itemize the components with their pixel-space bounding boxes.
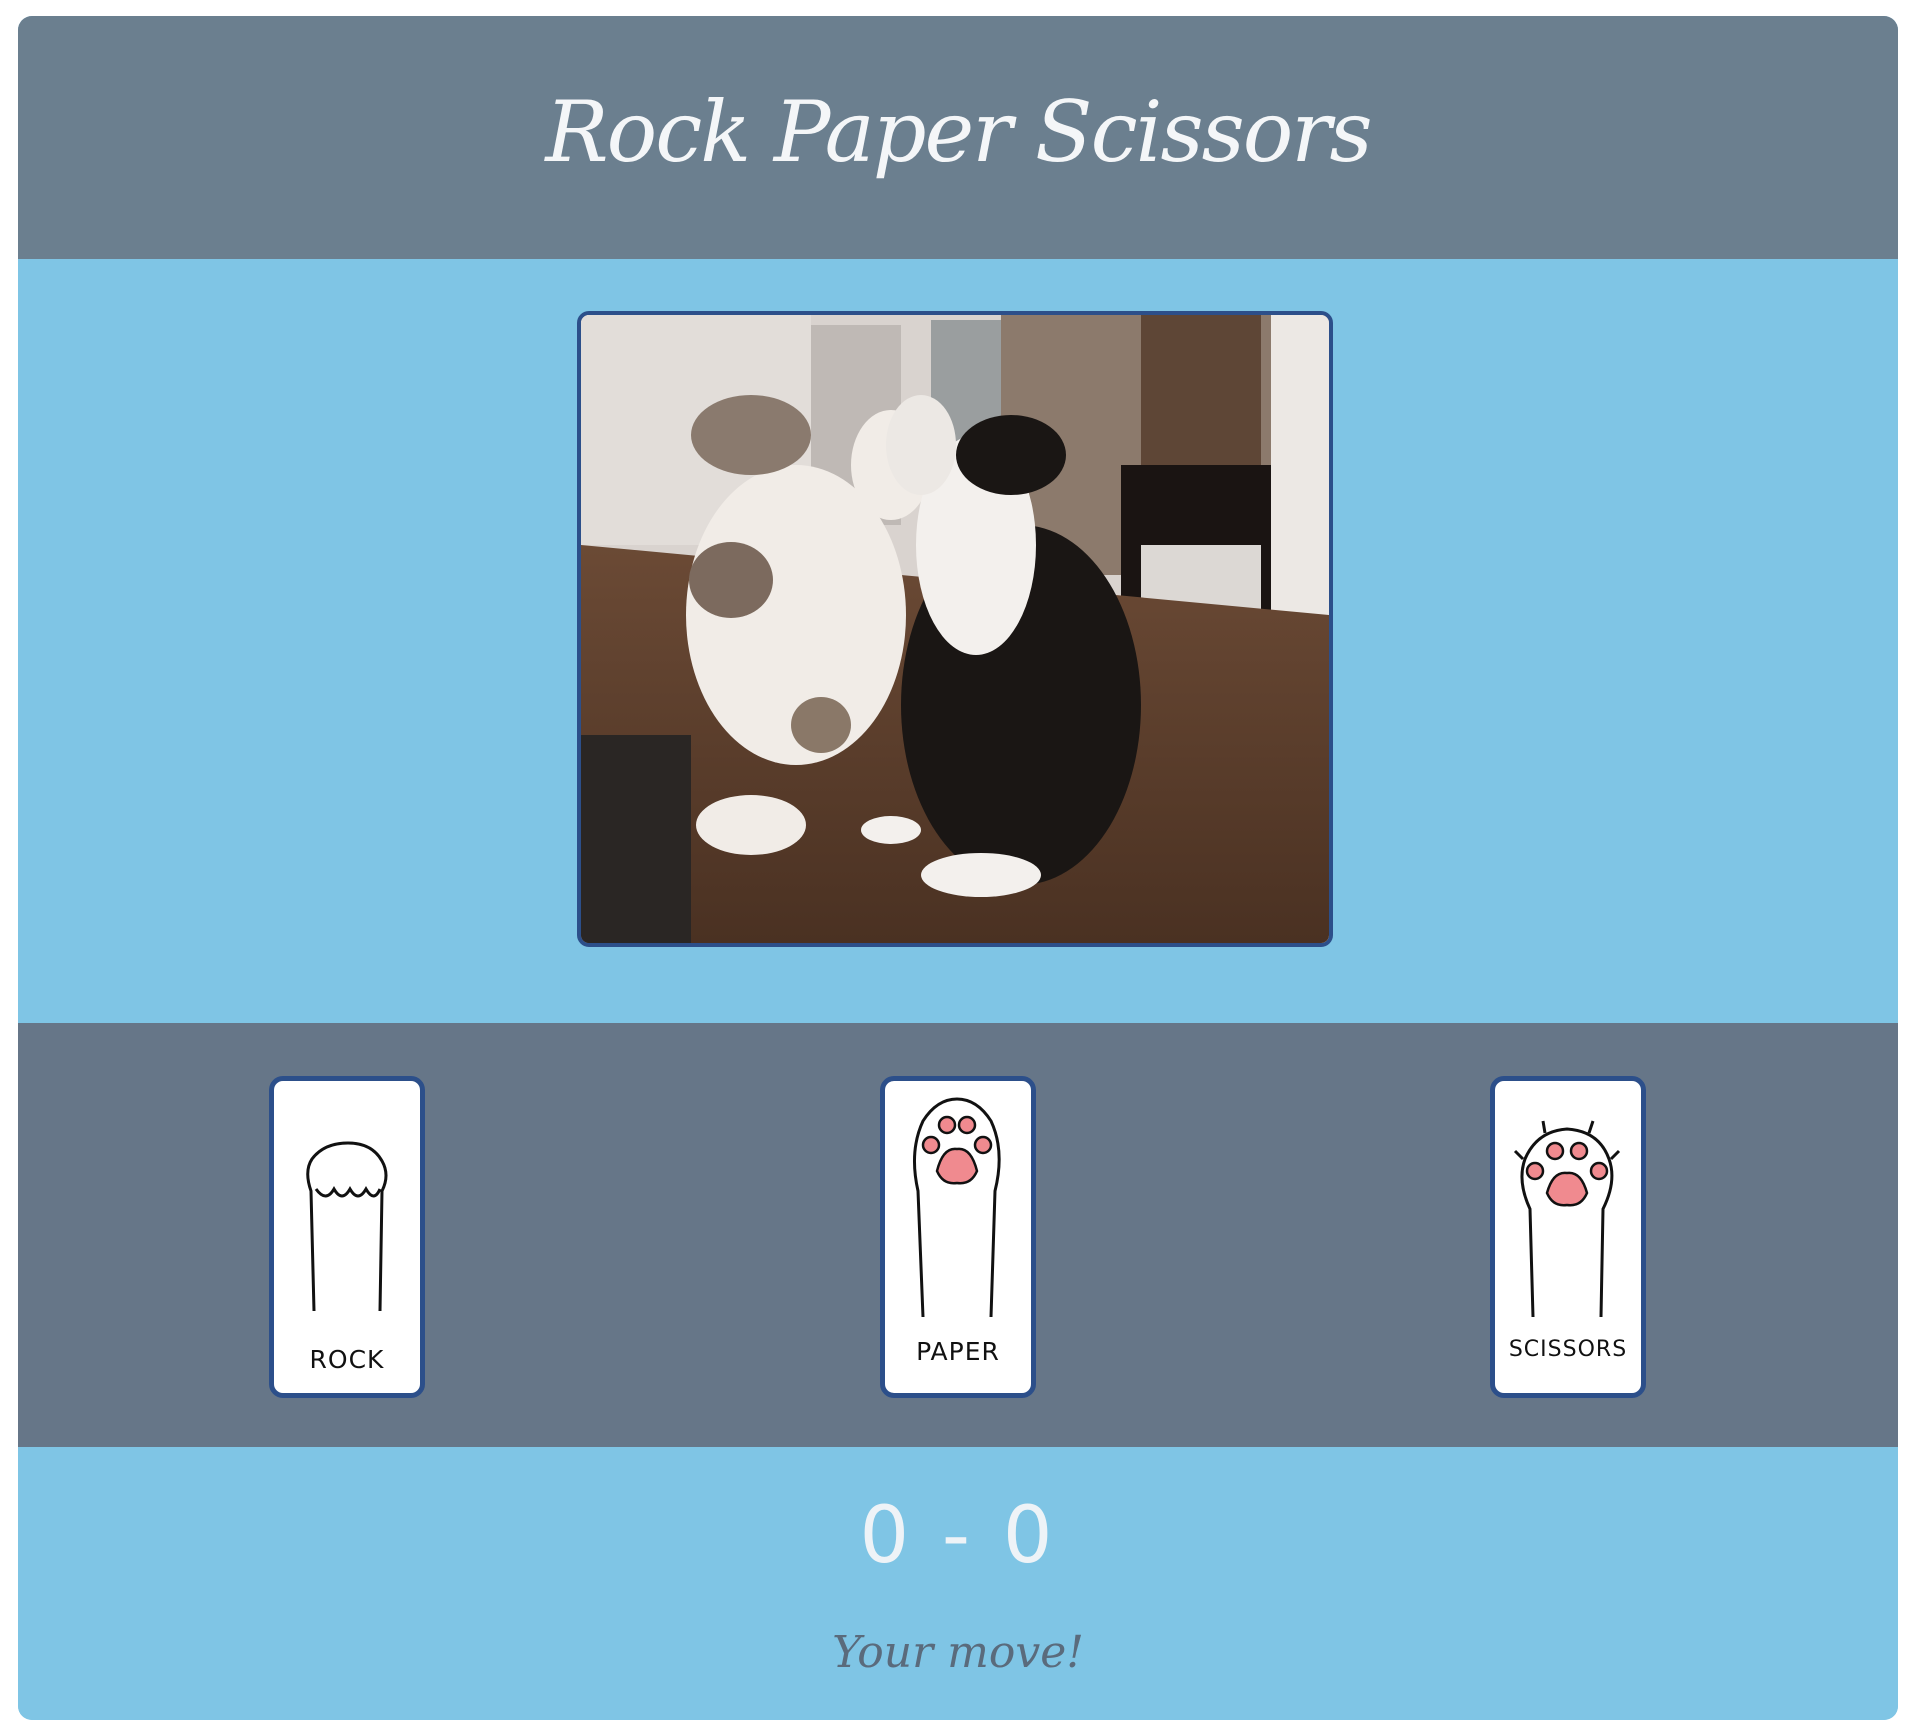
rock-label: ROCK (309, 1345, 385, 1374)
score-separator: - (941, 1491, 975, 1581)
player-score: 0 (859, 1491, 914, 1581)
choices-panel: ROCK PAPER SCISSORS (18, 1023, 1898, 1447)
cats-illustration (581, 315, 1329, 943)
paper-button[interactable]: PAPER (880, 1076, 1036, 1398)
paper-label: PAPER (916, 1337, 1000, 1366)
status-message: Your move! (832, 1627, 1084, 1678)
game-window: Rock Paper Scissors ROCK PAPER SCISSORS … (18, 16, 1898, 1720)
header-bar: Rock Paper Scissors (18, 16, 1898, 259)
game-title: Rock Paper Scissors (545, 82, 1372, 181)
scissors-label: SCISSORS (1508, 1337, 1628, 1362)
computer-score: 0 (1002, 1491, 1057, 1581)
stage-area (18, 259, 1898, 1023)
scissors-button[interactable]: SCISSORS (1490, 1076, 1646, 1398)
cats-boxing-image (577, 311, 1333, 947)
rock-button[interactable]: ROCK (269, 1076, 425, 1398)
scoreboard: 0 - 0 (18, 1491, 1898, 1581)
score-panel: 0 - 0 Your move! (18, 1447, 1898, 1720)
